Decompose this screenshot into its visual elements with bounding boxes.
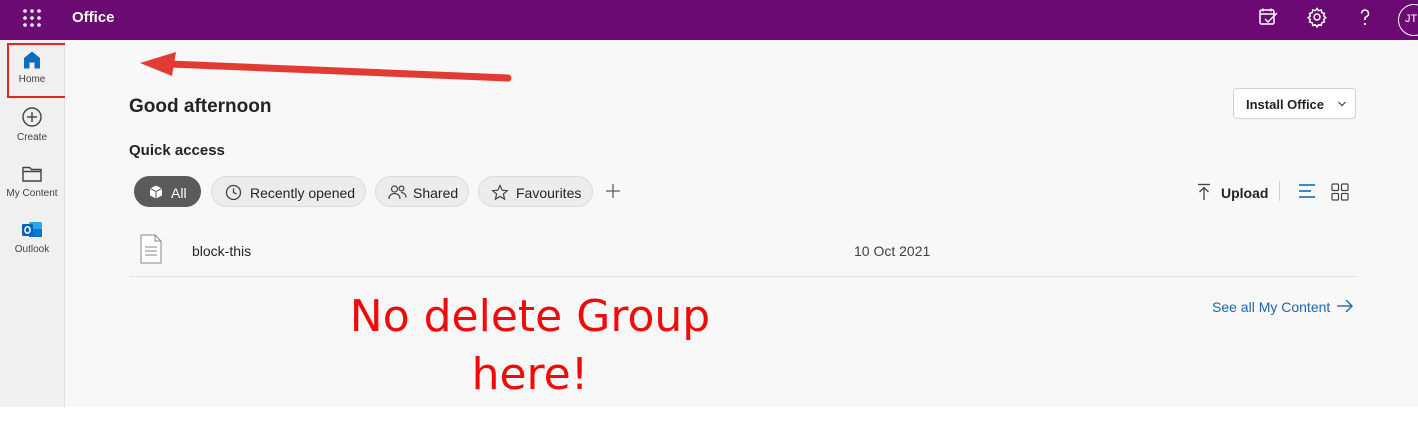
feedback-icon[interactable] [1257,6,1279,28]
page-title: Good afternoon [129,96,272,117]
document-icon [140,234,162,264]
outlook-icon [22,222,42,237]
install-office-button[interactable]: Install Office [1233,88,1356,119]
clock-icon [225,184,242,201]
grid-view-icon[interactable] [1331,183,1349,201]
upload-label: Upload [1221,185,1269,201]
toolbar-divider [1279,181,1280,201]
office-home-window: Office JT Home Create My Content Outlook… [0,0,1418,424]
rail-item-outlook[interactable]: Outlook [0,220,64,255]
rail-item-label: Create [16,132,47,143]
create-icon [22,107,42,127]
install-office-label: Install Office [1246,97,1325,112]
folder-icon [22,166,42,182]
filter-label: Shared [413,185,459,201]
upload-icon [1198,183,1210,200]
chevron-down-icon [1338,101,1346,107]
rail-item-my-content[interactable]: My Content [0,164,64,199]
file-name[interactable]: block-this [192,243,251,259]
star-icon [491,184,509,201]
rail-item-create[interactable]: Create [0,106,64,143]
annotation-arrow [140,52,512,82]
filter-all[interactable]: All [134,176,201,207]
app-name[interactable]: Office [72,9,115,26]
rail-item-label: Outlook [14,244,50,255]
top-bar: Office JT [0,0,1418,40]
avatar[interactable]: JT [1398,4,1418,36]
rail-item-label: My Content [6,188,58,199]
add-filter-icon[interactable] [604,182,622,200]
annotation-line-2: here! [471,349,589,400]
filter-recently-opened[interactable]: Recently opened [211,176,366,207]
annotation-text: No delete Group here! [310,288,750,404]
filter-shared[interactable]: Shared [375,176,469,207]
file-date: 10 Oct 2021 [854,243,931,259]
quick-access-title: Quick access [129,142,225,159]
cube-icon [149,185,163,199]
annotation-line-1: No delete Group [349,291,711,342]
filter-label: Recently opened [250,185,356,201]
waffle-icon[interactable] [22,8,42,28]
filter-label: All [171,185,187,201]
filter-favourites[interactable]: Favourites [478,176,593,207]
arrow-right-icon [1337,299,1353,313]
left-rail: Home Create My Content Outlook [0,40,121,407]
filter-label: Favourites [516,185,582,201]
list-view-icon[interactable] [1298,183,1316,199]
file-row[interactable]: block-this 10 Oct 2021 [129,226,1356,277]
see-all-label: See all My Content [1212,299,1331,315]
settings-icon[interactable] [1306,6,1328,28]
people-icon [388,185,407,200]
help-icon[interactable] [1354,6,1376,28]
